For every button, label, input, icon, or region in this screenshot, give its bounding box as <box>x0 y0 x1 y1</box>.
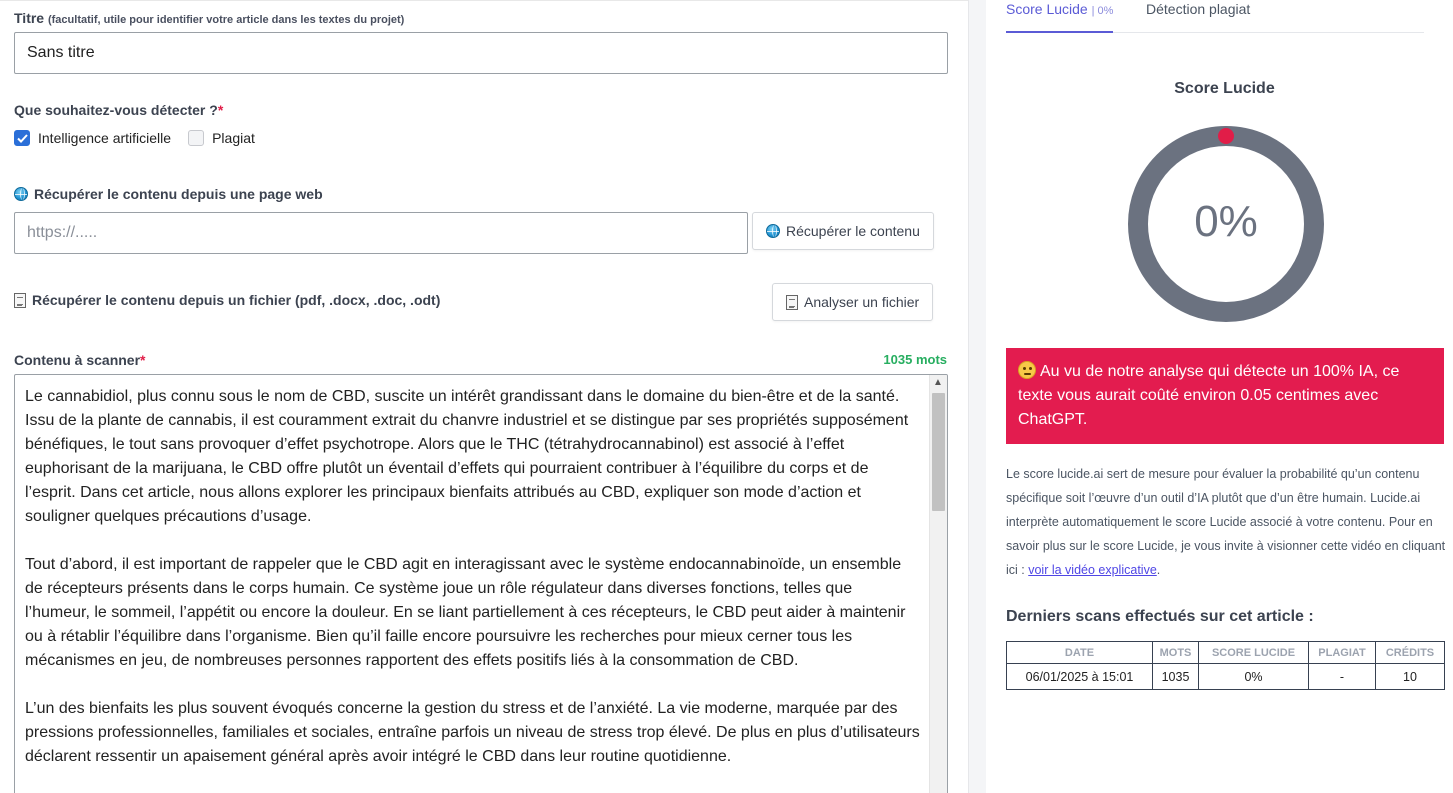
col-plagiarism: PLAGIAT <box>1308 641 1376 664</box>
scroll-up-icon[interactable]: ▲ <box>933 377 943 388</box>
cell-plagiarism: - <box>1308 663 1376 690</box>
file-section-label: Récupérer le contenu depuis un fichier (… <box>14 292 440 308</box>
detect-options: Intelligence artificielle Plagiat <box>14 130 272 146</box>
cell-words: 1035 <box>1152 663 1199 690</box>
cell-date: 06/01/2025 à 15:01 <box>1006 663 1153 690</box>
score-explanation: Le score lucide.ai sert de mesure pour é… <box>1006 467 1446 577</box>
globe-icon <box>766 224 780 238</box>
analyze-file-button[interactable]: Analyser un fichier <box>772 283 934 321</box>
tab-score-lucide[interactable]: Score Lucide | 0% <box>1006 1 1114 33</box>
word-count: 1035 mots <box>883 352 947 367</box>
results-panel: Score Lucide | 0% Détection plagiat Scor… <box>986 0 1453 793</box>
col-words: MOTS <box>1152 641 1199 664</box>
content-label: Contenu à scanner* <box>14 352 146 368</box>
textarea-scrollbar[interactable]: ▲ <box>929 375 947 793</box>
scrollbar-thumb[interactable] <box>932 393 945 511</box>
content-paragraph: Le cannabidiol, plus connu sous le nom d… <box>25 388 909 525</box>
document-icon <box>14 293 26 308</box>
ai-checkbox-label[interactable]: Intelligence artificielle <box>38 130 171 146</box>
url-input[interactable]: https://..... <box>14 212 748 254</box>
col-credits: CRÉDITS <box>1375 641 1445 664</box>
tab-plagiarism-detection[interactable]: Détection plagiat <box>1146 1 1250 17</box>
table-header-row: DATE MOTS SCORE LUCIDE PLAGIAT CRÉDITS <box>1006 641 1445 664</box>
content-paragraph: Tout d’abord, il est important de rappel… <box>25 556 906 669</box>
cell-credits: 10 <box>1375 663 1445 690</box>
gauge-value-text: 0% <box>1194 197 1258 246</box>
fetch-content-button[interactable]: Récupérer le contenu <box>752 212 934 250</box>
ai-checkbox[interactable] <box>14 130 30 146</box>
results-tabs: Score Lucide | 0% Détection plagiat <box>1006 0 1424 33</box>
title-label: Titre (facultatif, utile pour identifier… <box>14 10 405 26</box>
document-icon <box>786 294 798 310</box>
check-icon <box>16 133 28 143</box>
score-gauge: 0% <box>1128 126 1324 322</box>
content-textarea[interactable]: Le cannabidiol, plus connu sous le nom d… <box>14 374 948 793</box>
cost-alert: Au vu de notre analyse qui détecte un 10… <box>1006 348 1444 444</box>
scans-title: Derniers scans effectués sur cet article… <box>1006 608 1314 625</box>
plagiarism-checkbox-label[interactable]: Plagiat <box>212 130 255 146</box>
gauge-marker <box>1218 128 1234 144</box>
globe-icon <box>14 187 28 201</box>
url-section-label: Récupérer le contenu depuis une page web <box>14 186 323 202</box>
scans-table: DATE MOTS SCORE LUCIDE PLAGIAT CRÉDITS 0… <box>1006 641 1445 690</box>
face-emoji-icon <box>1018 361 1036 379</box>
table-row: 06/01/2025 à 15:01 1035 0% - 10 <box>1006 663 1445 690</box>
col-date: DATE <box>1006 641 1153 664</box>
plagiarism-checkbox[interactable] <box>188 130 205 146</box>
title-input[interactable]: Sans titre <box>14 32 948 74</box>
title-hint: (facultatif, utile pour identifier votre… <box>47 14 405 26</box>
gauge-title: Score Lucide <box>1174 80 1275 97</box>
scan-form: Titre (facultatif, utile pour identifier… <box>0 0 968 793</box>
panel-divider <box>968 0 986 793</box>
detect-label: Que souhaitez-vous détecter ?* <box>14 102 224 118</box>
tab-score-badge: | 0% <box>1091 5 1114 17</box>
cell-score: 0% <box>1198 663 1309 690</box>
col-score: SCORE LUCIDE <box>1198 641 1309 664</box>
content-text[interactable]: Le cannabidiol, plus connu sous le nom d… <box>25 385 920 793</box>
video-link[interactable]: voir la vidéo explicative <box>1028 563 1157 577</box>
content-paragraph: L’un des bienfaits les plus souvent évoq… <box>25 700 920 765</box>
